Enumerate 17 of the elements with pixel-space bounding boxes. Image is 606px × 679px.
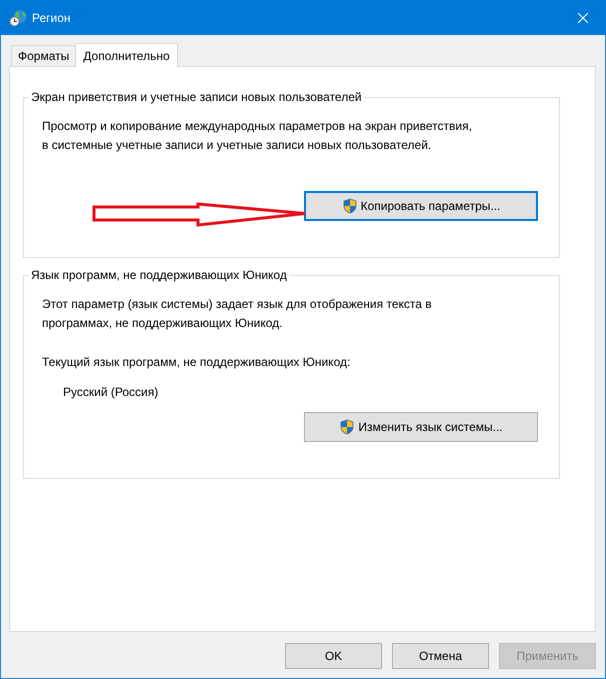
description-text: Этот параметр (язык системы) задает язык для отображения текста в программах, не поддерживающих Юникод. [42,296,433,332]
group-title: Язык программ, не поддерживающих Юникод [30,268,288,283]
window-title: Регион [32,10,71,24]
tab[interactable]: Форматы [11,45,76,66]
globe-clock-icon [9,8,27,26]
dialog-button[interactable]: OK [285,643,382,669]
current-language-text: Русский (Россия) [63,384,160,401]
group-title: Экран приветствия и учетные записи новых пользователей [30,90,363,105]
description-text: Текущий язык программ, не поддерживающих Юникод: [42,354,352,371]
description-text: Просмотр и копирование международных параметров на экран приветствия, в системные учетные записи и учетные записи новых пользователей. [42,118,473,154]
close-icon [578,12,588,22]
dialog-button[interactable]: Отмена [392,643,489,669]
admin-button[interactable]: Изменить язык системы... [304,412,538,442]
shield-icon [342,198,358,214]
shield-icon [339,419,356,435]
tab[interactable]: Дополнительно [75,43,178,67]
admin-button[interactable]: Копировать параметры... [304,191,538,221]
